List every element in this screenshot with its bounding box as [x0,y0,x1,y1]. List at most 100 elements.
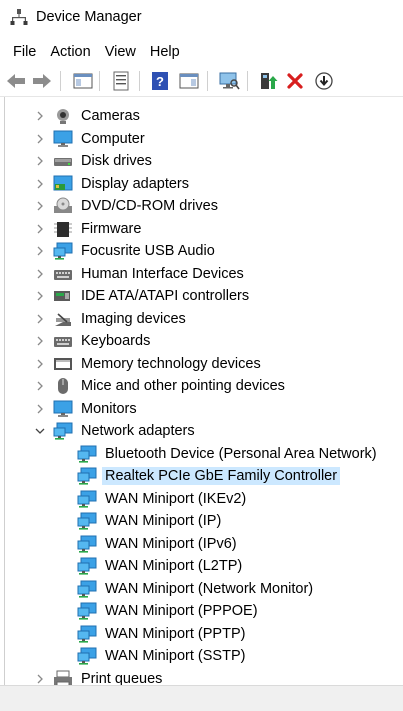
help-button[interactable]: ? [149,70,171,92]
tree-category[interactable]: Disk drives [5,150,403,172]
network-icon [77,625,97,643]
disable-device-button[interactable] [313,70,335,92]
mouse-icon [53,377,73,395]
keyboard-icon [53,332,73,350]
toolbar-separator [207,71,208,91]
tree-device[interactable]: WAN Miniport (IP) [5,510,403,532]
expand-chevron-icon[interactable] [33,356,47,372]
tree-item-label: Computer [81,130,145,147]
menu-file[interactable]: File [6,40,43,64]
expand-chevron-icon[interactable] [33,198,47,214]
tree-item-label: WAN Miniport (SSTP) [105,648,246,664]
show-hide-console-tree-icon [73,73,93,89]
tree-category[interactable]: Focusrite USB Audio [5,240,403,262]
computer-icon [53,130,73,148]
tree-item-label: Network adapters [81,423,195,439]
expand-chevron-icon[interactable] [33,288,47,304]
expand-chevron-icon[interactable] [33,176,47,192]
svg-text:?: ? [156,74,164,89]
tree-category[interactable]: Human Interface Devices [5,263,403,285]
tree-item-label: DVD/CD-ROM drives [81,198,218,214]
expand-chevron-icon[interactable] [33,243,47,259]
expand-chevron-icon[interactable] [33,108,47,124]
menu-action[interactable]: Action [43,40,97,64]
tree-device[interactable]: WAN Miniport (IKEv2) [5,488,403,510]
tree-category[interactable]: Display adapters [5,173,403,195]
tree-device[interactable]: Realtek PCIe GbE Family Controller [5,465,403,487]
network-icon [77,512,97,530]
forward-icon [33,74,51,88]
tree-item-label: Memory technology devices [81,355,261,372]
toolbar-separator [99,71,100,91]
toolbar-separator [139,71,140,91]
tree-item-label: Disk drives [81,153,152,169]
tree-device[interactable]: WAN Miniport (L2TP) [5,555,403,577]
tree-item-label: Display adapters [81,175,189,192]
scan-hardware-button[interactable] [218,70,240,92]
properties-button[interactable] [110,70,132,92]
tree-item-label: WAN Miniport (PPPOE) [105,603,258,619]
expand-chevron-icon[interactable] [33,221,47,237]
tree-item-label: WAN Miniport (L2TP) [105,558,243,574]
tree-device[interactable]: WAN Miniport (PPPOE) [5,600,403,622]
collapse-chevron-icon[interactable] [33,423,47,439]
update-driver-button[interactable] [257,70,279,92]
tree-item-label: Realtek PCIe GbE Family Controller [102,467,341,485]
tree-item-label: Firmware [81,220,142,237]
tree-item-label: WAN Miniport (IKEv2) [105,490,247,507]
uninstall-device-button[interactable] [284,70,306,92]
back-button[interactable] [5,70,27,92]
tree-device[interactable]: Bluetooth Device (Personal Area Network) [5,443,403,465]
scan-hardware-icon [219,72,240,90]
tree-device[interactable]: WAN Miniport (IPv6) [5,533,403,555]
toolbar-separator [247,71,248,91]
window-title: Device Manager [36,9,142,25]
tree-device[interactable]: WAN Miniport (SSTP) [5,645,403,667]
tree-item-label: Mice and other pointing devices [81,378,285,394]
tree-item-label: Print queues [81,670,163,686]
expand-chevron-icon[interactable] [33,131,47,147]
display-icon [53,175,73,193]
tree-category[interactable]: Computer [5,128,403,150]
toolbar-separator [60,71,61,91]
dvd-icon [53,197,73,215]
tree-category[interactable]: Cameras [5,105,403,127]
tree-category[interactable]: IDE ATA/ATAPI controllers [5,285,403,307]
title-bar: Device Manager [0,0,403,36]
action-pane-button[interactable] [178,70,200,92]
tree-category[interactable]: Imaging devices [5,308,403,330]
expand-chevron-icon[interactable] [33,153,47,169]
forward-button[interactable] [31,70,53,92]
expand-chevron-icon[interactable] [33,266,47,282]
uninstall-device-icon [287,73,303,89]
tree-device[interactable]: WAN Miniport (PPTP) [5,623,403,645]
device-manager-icon [10,9,28,25]
expand-chevron-icon[interactable] [33,401,47,417]
tree-item-label: WAN Miniport (PPTP) [105,625,246,642]
action-pane-icon [179,73,199,89]
tree-category[interactable]: Keyboards [5,330,403,352]
tree-category[interactable]: Mice and other pointing devices [5,375,403,397]
expand-chevron-icon[interactable] [33,333,47,349]
tree-item-label: Imaging devices [81,310,186,327]
tree-category[interactable]: Monitors [5,398,403,420]
tree-category[interactable]: DVD/CD-ROM drives [5,195,403,217]
toolbar: ? [0,66,403,97]
expand-chevron-icon[interactable] [33,311,47,327]
update-driver-icon [261,73,278,89]
tree-category[interactable]: Memory technology devices [5,353,403,375]
tree-device[interactable]: WAN Miniport (Network Monitor) [5,578,403,600]
expand-chevron-icon[interactable] [33,671,47,686]
tree-category[interactable]: Firmware [5,218,403,240]
disable-device-icon [315,72,333,90]
tree-category[interactable]: Network adapters [5,420,403,442]
network-icon [77,490,97,508]
menu-view[interactable]: View [98,40,143,64]
tree-category[interactable]: Print queues [5,668,403,686]
tree-item-label: WAN Miniport (IPv6) [105,535,237,552]
show-hide-console-tree-button[interactable] [72,70,94,92]
camera-icon [53,107,73,125]
tree-item-label: Focusrite USB Audio [81,243,215,259]
menu-help[interactable]: Help [143,40,187,64]
expand-chevron-icon[interactable] [33,378,47,394]
